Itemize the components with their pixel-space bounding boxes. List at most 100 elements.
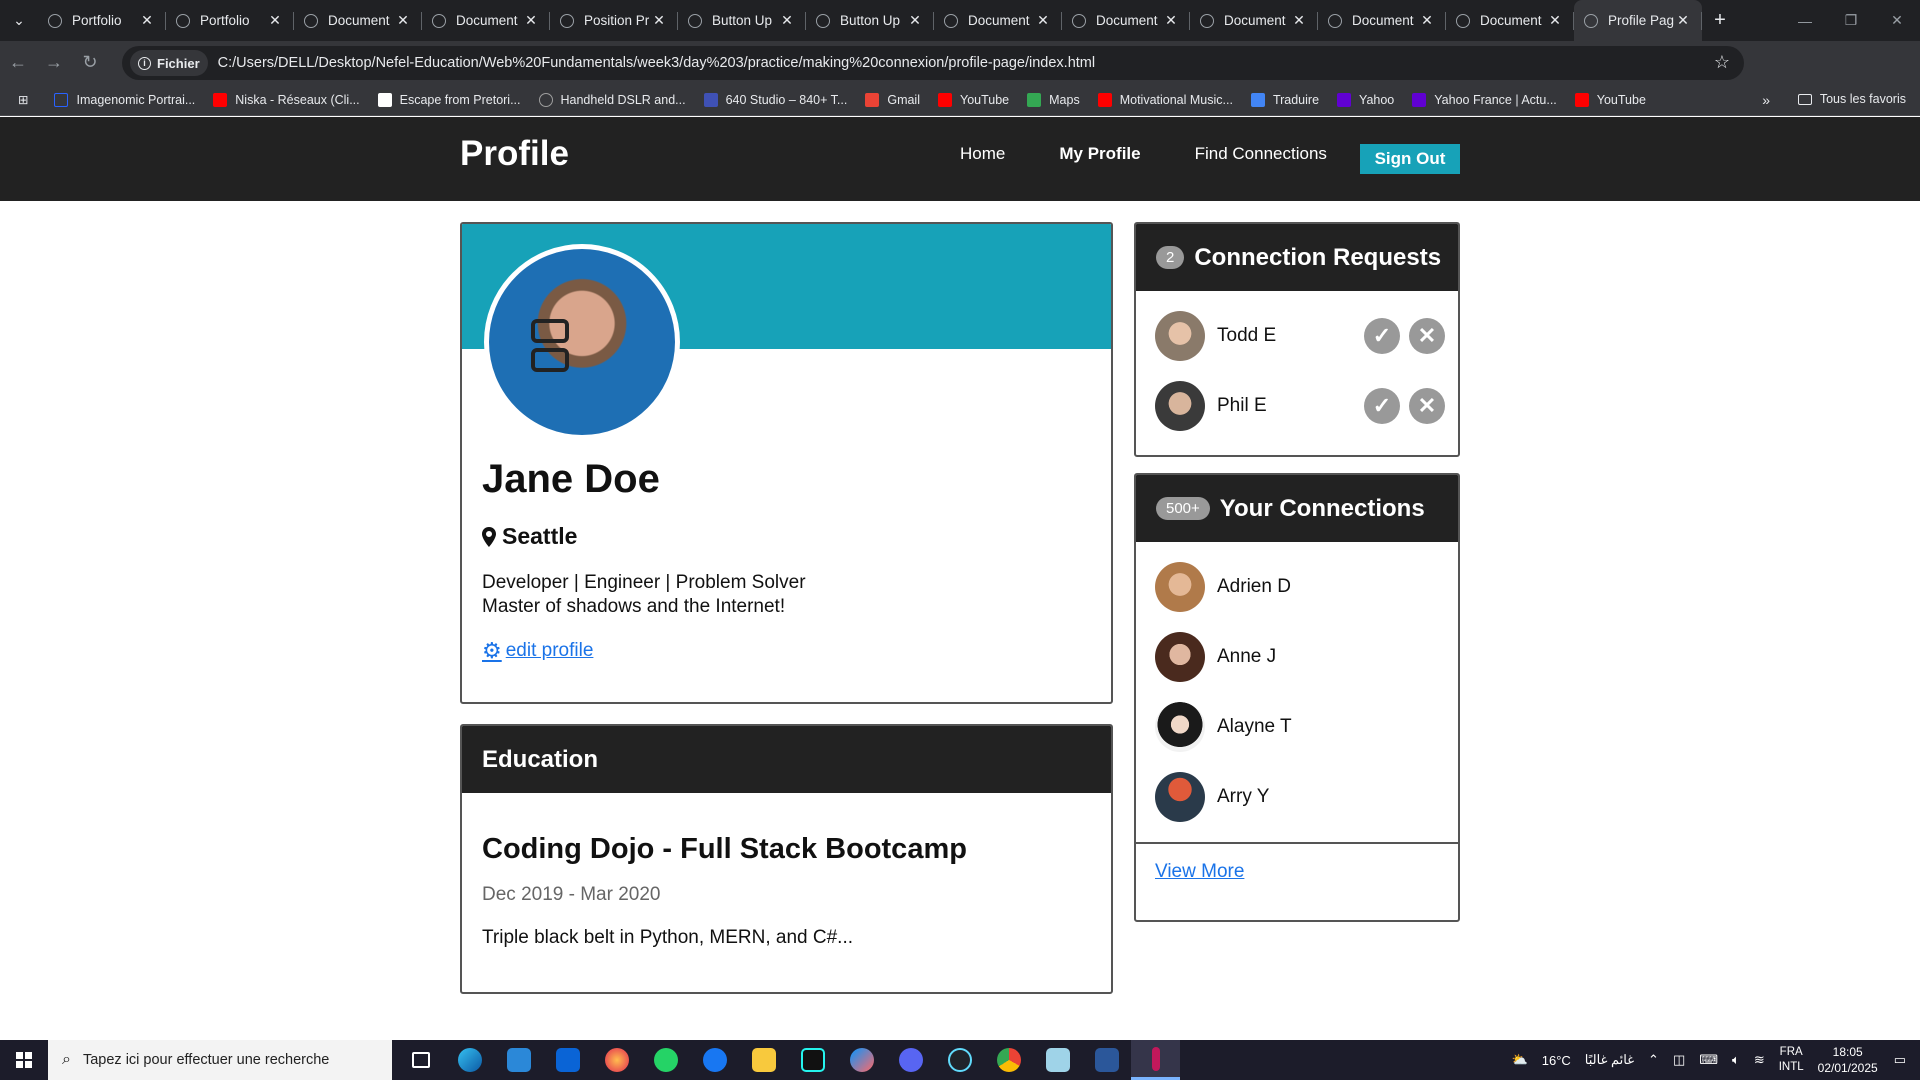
taskbar-search-box[interactable]: ⌕ Tapez ici pour effectuer une recherche — [48, 1040, 392, 1080]
browser-tab[interactable]: Document ✕ — [294, 0, 422, 41]
browser-tab[interactable]: Document ✕ — [934, 0, 1062, 41]
globe-icon — [432, 13, 446, 28]
bookmark-item[interactable]: 640 Studio – 840+ T... — [703, 92, 847, 107]
task-view-icon[interactable] — [396, 1040, 445, 1080]
browser-tab[interactable]: Button Up ✕ — [806, 0, 934, 41]
edit-profile-link[interactable]: ⚙ edit profile — [482, 638, 593, 664]
view-more-link[interactable]: View More — [1155, 861, 1244, 883]
new-tab-button[interactable]: + — [1702, 0, 1738, 41]
apps-grid-icon[interactable]: ⊞ — [18, 92, 28, 107]
notifications-icon[interactable]: ▭ — [1894, 1052, 1906, 1068]
chrome-icon[interactable] — [984, 1040, 1033, 1080]
nav-home-link[interactable]: Home — [960, 144, 1005, 164]
browser-tab[interactable]: Document ✕ — [422, 0, 550, 41]
clock[interactable]: 18:05 02/01/2025 — [1818, 1044, 1878, 1076]
react-devtools-icon[interactable] — [935, 1040, 984, 1080]
chevron-up-icon[interactable]: ⌃ — [1648, 1052, 1659, 1068]
edge-icon[interactable] — [445, 1040, 494, 1080]
bookmark-item[interactable]: Motivational Music... — [1097, 92, 1233, 107]
notepad-icon[interactable] — [1033, 1040, 1082, 1080]
bookmark-item[interactable]: Gmail — [865, 92, 920, 107]
close-window-button[interactable]: ✕ — [1874, 0, 1920, 41]
nav-find-connections-link[interactable]: Find Connections — [1195, 144, 1327, 164]
weather-temp[interactable]: 16°C — [1542, 1053, 1571, 1068]
connection-item[interactable]: Arry Y — [1155, 772, 1445, 822]
windows-taskbar: ⌕ Tapez ici pour effectuer une recherche… — [0, 1040, 1920, 1080]
discord-icon[interactable] — [886, 1040, 935, 1080]
tiktok-icon[interactable] — [788, 1040, 837, 1080]
close-icon[interactable]: ✕ — [1418, 12, 1436, 29]
close-icon[interactable]: ✕ — [778, 12, 796, 29]
bookmark-item[interactable]: Imagenomic Portrai... — [54, 92, 195, 107]
browser-tab[interactable]: Portfolio ✕ — [166, 0, 294, 41]
bookmark-item[interactable]: Traduire — [1250, 92, 1319, 107]
connection-item[interactable]: Adrien D — [1155, 562, 1445, 612]
word-icon[interactable] — [1082, 1040, 1131, 1080]
start-button[interactable] — [0, 1040, 48, 1080]
input-method-icon[interactable]: ⌨ — [1699, 1052, 1718, 1068]
bookmark-item[interactable]: YouTube — [1574, 92, 1646, 107]
bookmark-item[interactable]: Handheld DSLR and... — [538, 92, 686, 107]
mail-icon[interactable] — [543, 1040, 592, 1080]
active-app-icon[interactable] — [1131, 1040, 1180, 1080]
bookmark-item[interactable]: Yahoo — [1337, 92, 1394, 107]
wifi-icon[interactable]: ≋ — [1754, 1052, 1765, 1068]
connection-item[interactable]: Alayne T — [1155, 702, 1445, 752]
tab-search-button[interactable]: ⌄ — [0, 0, 38, 41]
close-icon[interactable]: ✕ — [138, 12, 156, 29]
avatar — [1155, 702, 1205, 752]
weather-icon[interactable]: ⛅ — [1512, 1052, 1528, 1068]
reload-button[interactable]: ↻ — [72, 52, 108, 73]
more-bookmarks-icon[interactable]: » — [1762, 92, 1770, 108]
browser-tab-active[interactable]: Profile Pag ✕ — [1574, 0, 1702, 41]
bookmark-star-icon[interactable]: ☆ — [1714, 52, 1730, 73]
network-icon[interactable]: ◫ — [1673, 1052, 1685, 1068]
browser-tab[interactable]: Document ✕ — [1062, 0, 1190, 41]
back-button[interactable]: ← — [0, 52, 36, 73]
bookmark-item[interactable]: Escape from Pretori... — [377, 92, 521, 107]
browser-tab[interactable]: Document ✕ — [1318, 0, 1446, 41]
store-icon[interactable] — [494, 1040, 543, 1080]
bookmark-item[interactable]: Maps — [1027, 92, 1080, 107]
close-icon[interactable]: ✕ — [1034, 12, 1052, 29]
all-bookmarks[interactable]: Tous les favoris — [1797, 92, 1906, 106]
accept-check-icon[interactable]: ✓ — [1364, 318, 1400, 354]
close-icon[interactable]: ✕ — [1162, 12, 1180, 29]
browser-tab[interactable]: Button Up ✕ — [678, 0, 806, 41]
browser-tab[interactable]: Document ✕ — [1190, 0, 1318, 41]
close-icon[interactable]: ✕ — [1674, 12, 1692, 29]
reject-close-icon[interactable]: ✕ — [1409, 318, 1445, 354]
whatsapp-icon[interactable] — [641, 1040, 690, 1080]
browser-tab[interactable]: Position Pr ✕ — [550, 0, 678, 41]
close-icon[interactable]: ✕ — [394, 12, 412, 29]
facebook-icon[interactable] — [690, 1040, 739, 1080]
bookmark-item[interactable]: YouTube — [938, 92, 1009, 107]
messenger-icon[interactable] — [837, 1040, 886, 1080]
close-icon[interactable]: ✕ — [522, 12, 540, 29]
close-icon[interactable]: ✕ — [650, 12, 668, 29]
language-indicator[interactable]: FRA INTL — [1779, 1045, 1804, 1075]
connection-item[interactable]: Anne J — [1155, 632, 1445, 682]
close-icon[interactable]: ✕ — [266, 12, 284, 29]
close-icon[interactable]: ✕ — [906, 12, 924, 29]
browser-tab[interactable]: Portfolio ✕ — [38, 0, 166, 41]
close-icon[interactable]: ✕ — [1290, 12, 1308, 29]
sign-out-button[interactable]: Sign Out — [1360, 144, 1460, 174]
site-brand[interactable]: Profile — [460, 134, 569, 174]
bookmark-item[interactable]: Niska - Réseaux (Cli... — [213, 92, 360, 107]
reject-close-icon[interactable]: ✕ — [1409, 388, 1445, 424]
bookmark-item[interactable]: Yahoo France | Actu... — [1412, 92, 1557, 107]
file-explorer-icon[interactable] — [739, 1040, 788, 1080]
url-text[interactable]: C:/Users/DELL/Desktop/Nefel-Education/We… — [218, 55, 1095, 71]
restore-button[interactable]: ❐ — [1828, 0, 1874, 41]
forward-button[interactable]: → — [36, 52, 72, 73]
volume-icon[interactable]: 🔈︎ — [1732, 1052, 1740, 1068]
nav-my-profile-link[interactable]: My Profile — [1059, 144, 1140, 164]
firefox-icon[interactable] — [592, 1040, 641, 1080]
site-info-chip[interactable]: i Fichier — [130, 50, 208, 76]
accept-check-icon[interactable]: ✓ — [1364, 388, 1400, 424]
omnibox[interactable]: i Fichier C:/Users/DELL/Desktop/Nefel-Edu… — [122, 46, 1744, 80]
close-icon[interactable]: ✕ — [1546, 12, 1564, 29]
minimize-button[interactable]: — — [1782, 0, 1828, 41]
browser-tab[interactable]: Document ✕ — [1446, 0, 1574, 41]
